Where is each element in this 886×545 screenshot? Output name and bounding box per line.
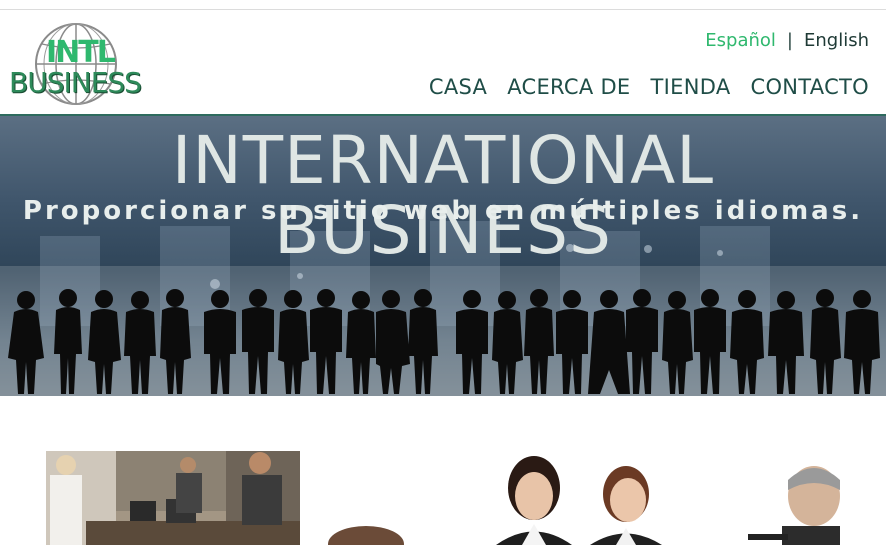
logo-business-text: BUSINESS: [9, 66, 142, 99]
hero-subtitle: Proporcionar su sitio web en múltiples i…: [22, 196, 864, 226]
language-switcher: Español | English: [705, 30, 869, 51]
team-meeting-image: [46, 451, 300, 545]
nav-item-tienda[interactable]: TIENDA: [651, 75, 731, 99]
hero-banner: INTERNATIONAL BUSINESS Proporcionar su s…: [0, 116, 886, 396]
nav-item-contacto[interactable]: CONTACTO: [750, 75, 869, 99]
language-english-link[interactable]: English: [804, 30, 869, 51]
businesswomen-photo: [320, 456, 840, 545]
content-section: [0, 396, 886, 545]
nav-item-acerca-de[interactable]: ACERCA DE: [507, 75, 630, 99]
logo-intl-text: INTL: [46, 35, 116, 70]
team-meeting-photo: [46, 451, 300, 545]
main-nav: CASA ACERCA DE TIENDA CONTACTO: [429, 75, 869, 99]
site-logo[interactable]: INTL BUSINESS: [8, 20, 142, 112]
business-people-silhouettes: [8, 289, 880, 394]
language-spanish-link[interactable]: Español: [705, 30, 776, 51]
businesswomen-image: [328, 456, 840, 545]
language-separator: |: [786, 30, 793, 51]
nav-item-casa[interactable]: CASA: [429, 75, 487, 99]
site-header: INTL BUSINESS Español | English CASA ACERC…: [0, 10, 886, 116]
browser-top-edge: [0, 0, 886, 10]
